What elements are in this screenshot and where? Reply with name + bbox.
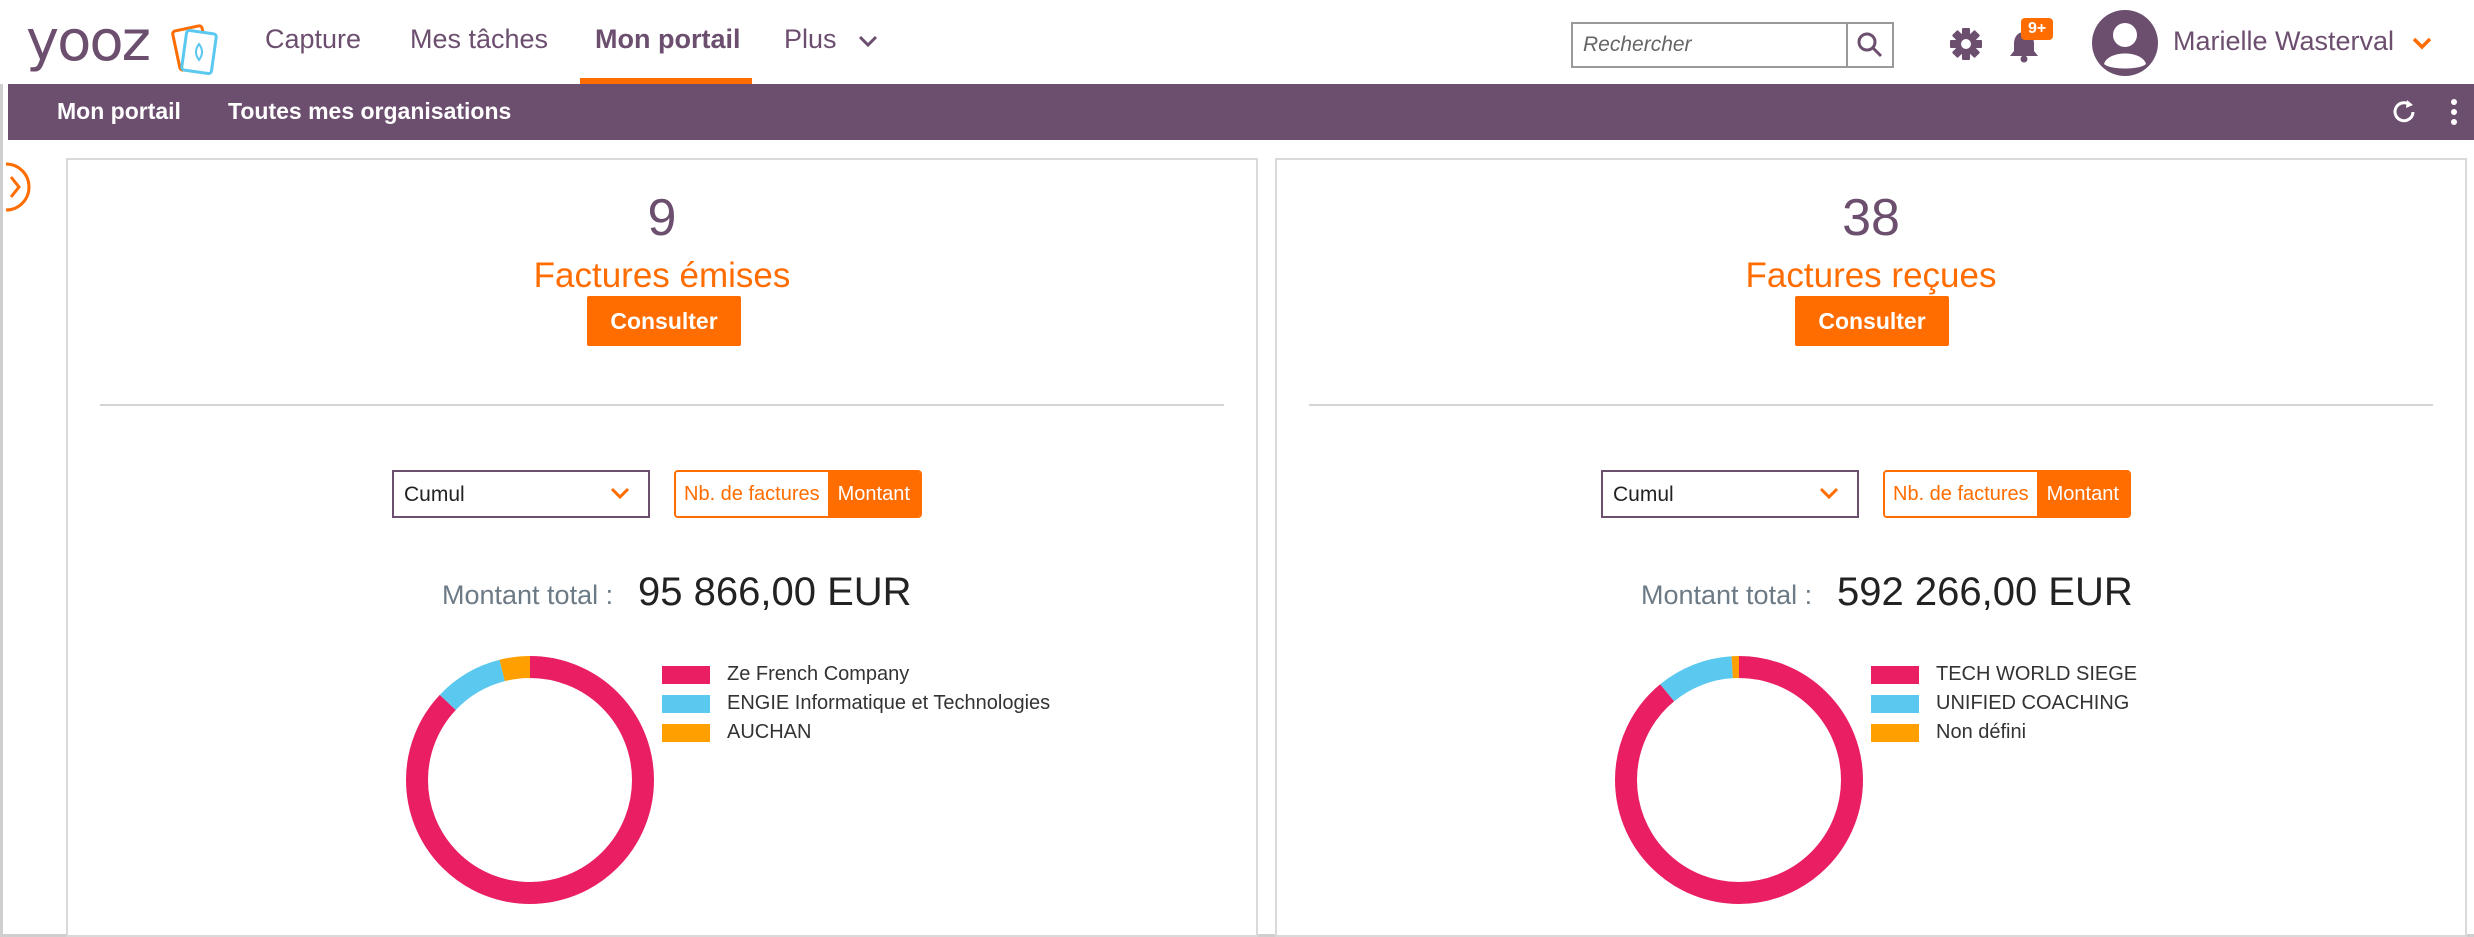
- user-name: Marielle Wasterval: [2173, 26, 2395, 56]
- panel-factures-emises: 9 Factures émises Consulter Cumul Nb. de…: [66, 158, 1258, 937]
- subnav-toutes-mes-organisations[interactable]: Toutes mes organisations: [228, 98, 511, 125]
- legend-item[interactable]: ENGIE Informatique et Technologies: [662, 689, 1050, 718]
- legend-item[interactable]: Ze French Company: [662, 660, 1050, 689]
- divider: [1309, 404, 2433, 406]
- period-select[interactable]: Cumul: [392, 470, 650, 518]
- donut-chart: [1615, 656, 1863, 904]
- nav-plus[interactable]: Plus: [784, 24, 878, 55]
- consult-button[interactable]: Consulter: [1795, 296, 1949, 346]
- refresh-button[interactable]: [2388, 96, 2420, 128]
- yooz-logo[interactable]: yooz: [26, 9, 226, 80]
- legend-swatch: [662, 665, 710, 684]
- chart-legend: Ze French Company ENGIE Informatique et …: [662, 660, 1050, 747]
- legend-swatch: [1871, 723, 1919, 742]
- chevron-down-icon: [2412, 37, 2431, 50]
- donut-chart: [406, 656, 654, 904]
- legend-label: TECH WORLD SIEGE: [1936, 663, 2138, 685]
- toggle-nb-factures[interactable]: Nb. de factures: [1885, 472, 2037, 516]
- sub-navigation: Mon portail Toutes mes organisations: [8, 84, 2474, 140]
- period-select[interactable]: Cumul: [1601, 470, 1859, 518]
- metric-toggle: Nb. de factures Montant: [674, 470, 922, 518]
- legend-label: ENGIE Informatique et Technologies: [727, 692, 1051, 714]
- toggle-montant[interactable]: Montant: [2036, 472, 2129, 516]
- nav-plus-label: Plus: [784, 24, 837, 54]
- chevron-down-icon: [1819, 487, 1839, 500]
- panel-factures-recues: 38 Factures reçues Consulter Cumul Nb. d…: [1275, 158, 2467, 937]
- legend-label: Ze French Company: [727, 663, 910, 685]
- period-select-value: Cumul: [1613, 483, 1674, 506]
- invoice-count: 38: [1842, 189, 1900, 247]
- sidebar-toggle[interactable]: [2, 162, 34, 212]
- user-avatar-icon: [2092, 10, 2158, 76]
- metric-toggle: Nb. de factures Montant: [1883, 470, 2131, 518]
- period-select-value: Cumul: [404, 483, 465, 506]
- gear-icon: [1950, 28, 1982, 60]
- top-header: yooz Capture Mes tâches Mon portail Plus: [0, 0, 2474, 84]
- toggle-nb-factures[interactable]: Nb. de factures: [676, 472, 828, 516]
- subnav-mon-portail[interactable]: Mon portail: [57, 98, 181, 125]
- total-label: Montant total :: [442, 580, 614, 610]
- user-menu[interactable]: Marielle Wasterval: [2173, 26, 2432, 57]
- invoice-count: 9: [647, 189, 677, 247]
- more-options-button[interactable]: [2444, 96, 2464, 128]
- total-value: 592 266,00 EUR: [1837, 570, 2133, 614]
- consult-button[interactable]: Consulter: [587, 296, 741, 346]
- search-box: [1571, 22, 1894, 68]
- total-value: 95 866,00 EUR: [638, 570, 912, 614]
- refresh-icon: [2393, 100, 2415, 123]
- vertical-dots-icon: [2451, 99, 2457, 125]
- legend-item[interactable]: UNIFIED COACHING: [1871, 689, 2137, 718]
- chevron-down-icon: [610, 487, 630, 500]
- legend-label: UNIFIED COACHING: [1936, 692, 2130, 714]
- nav-mon-portail[interactable]: Mon portail: [595, 24, 740, 55]
- chart-legend: TECH WORLD SIEGE UNIFIED COACHING Non dé…: [1871, 660, 2137, 747]
- search-button[interactable]: [1846, 24, 1892, 66]
- legend-item[interactable]: TECH WORLD SIEGE: [1871, 660, 2137, 689]
- legend-swatch: [662, 694, 710, 713]
- total-label: Montant total :: [1641, 580, 1813, 610]
- chevron-right-icon: [5, 162, 31, 212]
- legend-label: Non défini: [1936, 721, 2027, 743]
- legend-swatch: [1871, 694, 1919, 713]
- nav-capture[interactable]: Capture: [265, 24, 361, 55]
- legend-item[interactable]: AUCHAN: [662, 718, 1050, 747]
- search-icon: [1857, 32, 1883, 58]
- divider: [100, 404, 1224, 406]
- nav-mes-taches[interactable]: Mes tâches: [410, 24, 548, 55]
- donut-segment-1[interactable]: [1615, 656, 1863, 904]
- legend-swatch: [662, 723, 710, 742]
- avatar[interactable]: [2092, 10, 2158, 76]
- notification-badge: 9+: [2021, 18, 2054, 40]
- toggle-montant[interactable]: Montant: [827, 472, 920, 516]
- legend-item[interactable]: Non défini: [1871, 718, 2137, 747]
- panel-title: Factures reçues: [1745, 256, 1997, 295]
- legend-swatch: [1871, 665, 1919, 684]
- svg-text:yooz: yooz: [26, 12, 149, 74]
- panel-title: Factures émises: [533, 256, 791, 295]
- legend-label: AUCHAN: [727, 721, 812, 743]
- search-input[interactable]: [1573, 24, 1843, 66]
- chevron-down-icon: [858, 35, 878, 47]
- settings-button[interactable]: [1948, 26, 1984, 62]
